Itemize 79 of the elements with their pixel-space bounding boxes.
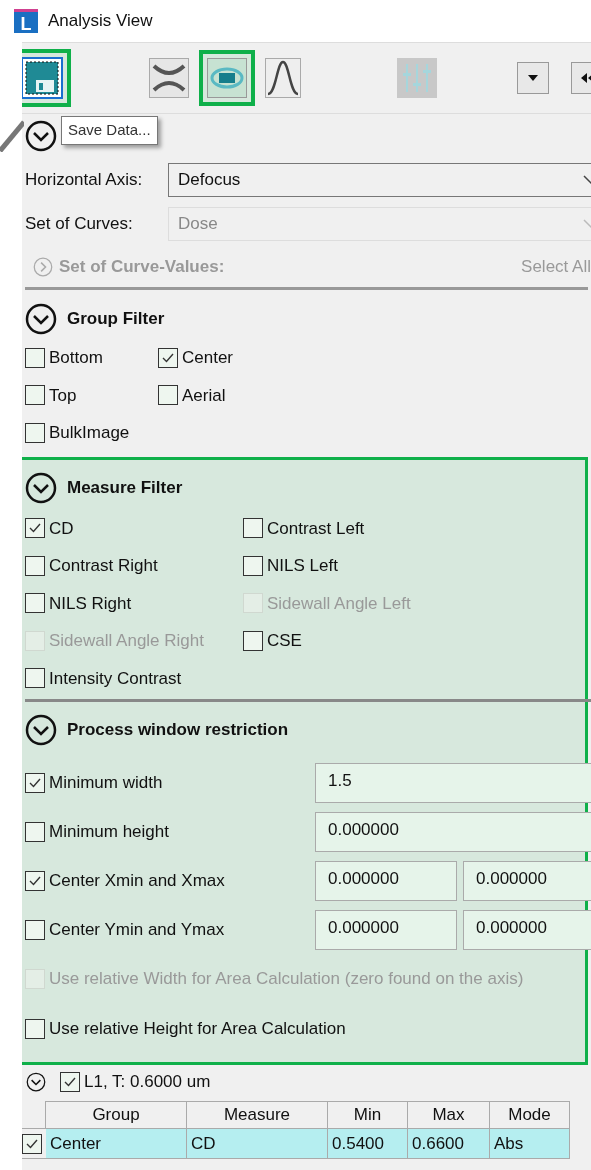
- checkbox-label: Contrast Left: [267, 517, 365, 540]
- checkbox[interactable]: [60, 1072, 80, 1092]
- bell-curve-icon: [265, 58, 301, 98]
- column-header[interactable]: Group: [46, 1101, 187, 1129]
- checkbox-label: Aerial: [182, 384, 226, 407]
- number-field[interactable]: 0.000000: [463, 909, 591, 950]
- checkbox-label: BulkImage: [49, 422, 130, 444]
- checkbox-label: NILS Right: [49, 592, 132, 615]
- tree-item-label: L1, T: 0.6000 um: [84, 1071, 211, 1094]
- checkbox-label: Center Xmin and Xmax: [49, 869, 225, 892]
- section-label: Set of Curve-Values:: [59, 255, 225, 278]
- tooltip: Save Data...: [61, 116, 158, 145]
- column-header[interactable]: Measure: [187, 1101, 328, 1129]
- window-title: Analysis View: [48, 10, 153, 33]
- checkbox[interactable]: [25, 821, 45, 842]
- chevron-down-circle-icon[interactable]: [25, 303, 57, 335]
- number-field[interactable]: 0.000000: [315, 909, 457, 950]
- checkbox-label: CSE: [267, 630, 302, 652]
- app-icon: L: [14, 9, 38, 33]
- leader-line: [0, 118, 24, 152]
- eye-icon: [207, 58, 247, 98]
- checkbox-label: Bottom: [49, 347, 103, 369]
- curves-icon: [149, 58, 189, 98]
- checkbox[interactable]: [25, 422, 45, 443]
- checkbox[interactable]: [25, 593, 45, 614]
- sliders-icon: [397, 58, 437, 98]
- checkbox[interactable]: [25, 1019, 45, 1039]
- checkbox[interactable]: [243, 630, 263, 651]
- table-cell: Abs: [490, 1129, 570, 1159]
- table-cell: Center: [46, 1129, 187, 1159]
- chevron-down-circle-icon[interactable]: [26, 1072, 46, 1092]
- checkbox[interactable]: [25, 870, 45, 891]
- checkbox-label: Top: [49, 384, 77, 407]
- checkbox-label: Intensity Contrast: [49, 667, 182, 690]
- checkbox-label: NILS Left: [267, 555, 338, 577]
- chevron-down-circle-icon[interactable]: [25, 714, 57, 746]
- dropdown-field[interactable]: Defocus: [168, 163, 591, 197]
- checkbox-label: Minimum width: [49, 771, 163, 794]
- checkbox[interactable]: [25, 347, 45, 368]
- checkbox[interactable]: [243, 555, 263, 576]
- caret-down-icon: [517, 62, 549, 94]
- checkbox-label: CD: [49, 517, 74, 540]
- checkbox[interactable]: [158, 385, 178, 406]
- number-field[interactable]: 0.000000: [315, 811, 591, 852]
- section-title: Process window restriction: [67, 719, 289, 742]
- checkbox[interactable]: [158, 347, 178, 368]
- column-header[interactable]: Mode: [490, 1101, 570, 1129]
- table-cell: 0.5400: [328, 1129, 408, 1159]
- section-title: Group Filter: [67, 308, 165, 331]
- section-title: Measure Filter: [67, 476, 183, 499]
- checkbox[interactable]: [25, 518, 45, 539]
- check-icon: [63, 1075, 77, 1089]
- checkbox[interactable]: [243, 518, 263, 539]
- checkbox-label: Use relative Height for Area Calculation: [49, 1018, 346, 1041]
- chevron-down-circle-icon[interactable]: [25, 471, 57, 504]
- checkbox-label: Sidewall Angle Right: [49, 630, 204, 652]
- checkbox-label: Contrast Right: [49, 555, 158, 577]
- number-field[interactable]: 0.000000: [315, 860, 457, 901]
- checkbox-label: Use relative Width for Area Calculation (zero found on the axis): [49, 968, 524, 991]
- table-cell: CD: [187, 1129, 328, 1159]
- checkbox[interactable]: [22, 1133, 42, 1154]
- checkbox-label: Minimum height: [49, 820, 169, 843]
- checkbox-label: Sidewall Angle Left: [267, 592, 411, 615]
- checkbox-label: Center: [182, 347, 234, 369]
- number-field[interactable]: 0.000000: [463, 860, 591, 901]
- chevron-down-circle-icon[interactable]: [25, 120, 57, 152]
- toolbar-button[interactable]: [22, 49, 71, 107]
- checkbox[interactable]: [25, 668, 45, 689]
- table-cell: 0.6600: [408, 1129, 490, 1159]
- field-label: Horizontal Axis:: [25, 169, 144, 192]
- field-label: Set of Curves:: [25, 213, 134, 236]
- column-header[interactable]: Max: [408, 1101, 490, 1129]
- checkbox[interactable]: [25, 555, 45, 576]
- checkbox-label: Center Ymin and Ymax: [49, 918, 225, 941]
- checkbox[interactable]: [25, 385, 45, 406]
- number-field[interactable]: 1.5: [315, 762, 591, 803]
- checkbox[interactable]: [25, 772, 45, 793]
- checkbox[interactable]: [25, 919, 45, 940]
- column-header[interactable]: Min: [328, 1101, 408, 1129]
